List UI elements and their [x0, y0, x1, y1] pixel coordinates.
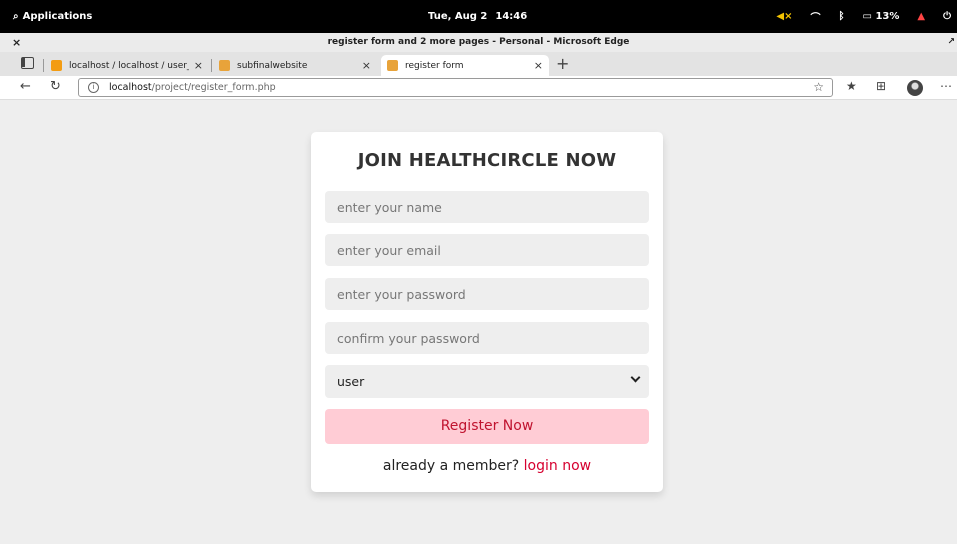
clock[interactable]: Tue, Aug 2 14:46 — [428, 11, 535, 22]
tab-phpmyadmin[interactable]: localhost / localhost / user_db / × — [51, 55, 209, 76]
add-favorite-icon[interactable]: ☆ — [813, 80, 824, 94]
tab-bar: localhost / localhost / user_db / × subf… — [0, 52, 957, 76]
tab-actions-icon[interactable] — [21, 57, 34, 69]
tab-separator — [211, 59, 212, 72]
notification-bell-icon[interactable]: ▲ — [917, 11, 925, 22]
user-type-value: user — [337, 374, 365, 389]
battery-indicator[interactable]: ▭ 13% — [863, 11, 900, 22]
confirm-password-input[interactable] — [325, 322, 649, 354]
close-tab-icon[interactable]: × — [534, 59, 543, 72]
search-icon: ⌕ — [13, 11, 19, 22]
applications-label: Applications — [22, 11, 93, 22]
time-text: 14:46 — [495, 11, 528, 22]
refresh-icon[interactable]: ↻ — [50, 79, 61, 94]
xampp-favicon-icon — [219, 60, 230, 71]
wifi-icon[interactable]: ⌒ — [811, 9, 821, 24]
xampp-favicon-icon — [387, 60, 398, 71]
register-button[interactable]: Register Now — [325, 409, 649, 444]
back-arrow-icon[interactable]: ← — [20, 79, 31, 94]
address-bar[interactable]: i localhost/project/register_form.php ☆ — [78, 78, 833, 97]
tab-register-form[interactable]: register form × — [381, 55, 549, 76]
new-tab-icon[interactable]: + — [556, 54, 569, 73]
pin-icon[interactable]: ↗ — [947, 37, 955, 47]
tab-subfinalwebsite[interactable]: subfinalwebsite × — [219, 55, 377, 76]
battery-percent: 13% — [875, 11, 900, 22]
volume-muted-icon[interactable]: ◀× — [776, 11, 792, 22]
login-prompt: already a member? login now — [311, 458, 663, 474]
profile-avatar[interactable] — [907, 80, 923, 96]
info-icon[interactable]: i — [88, 82, 99, 93]
battery-icon: ▭ — [862, 11, 872, 22]
tab-label: register form — [405, 60, 464, 71]
window-title: register form and 2 more pages - Persona… — [327, 37, 630, 47]
system-top-bar: ⌕ Applications Tue, Aug 2 14:46 ◀× ⌒ ᛒ ▭ … — [0, 0, 957, 33]
close-tab-icon[interactable]: × — [194, 59, 203, 72]
name-input[interactable] — [325, 191, 649, 223]
url-path: /project/register_form.php — [151, 82, 276, 93]
collections-icon[interactable]: ⊞ — [876, 79, 886, 93]
power-icon[interactable]: ⏻ — [943, 11, 951, 22]
navigation-bar: ← ↻ i localhost/project/register_form.ph… — [0, 76, 957, 100]
url-host: localhost — [109, 82, 152, 93]
email-input[interactable] — [325, 234, 649, 266]
password-input[interactable] — [325, 278, 649, 310]
applications-menu[interactable]: ⌕ Applications — [13, 11, 92, 22]
chevron-down-icon — [630, 372, 641, 383]
login-prompt-text: already a member? — [382, 458, 520, 474]
page-content: JOIN HEALTHCIRCLE NOW user Register Now … — [0, 101, 957, 544]
url-text: localhost/project/register_form.php — [109, 82, 276, 93]
tab-label: localhost / localhost / user_db / — [69, 60, 189, 71]
register-form: JOIN HEALTHCIRCLE NOW user Register Now … — [311, 132, 663, 492]
favorites-icon[interactable]: ★ — [846, 79, 857, 93]
close-tab-icon[interactable]: × — [362, 59, 371, 72]
phpmyadmin-favicon-icon — [51, 60, 62, 71]
form-title: JOIN HEALTHCIRCLE NOW — [357, 150, 617, 171]
login-link[interactable]: login now — [524, 458, 591, 474]
tab-label: subfinalwebsite — [237, 60, 308, 71]
system-tray: ◀× ⌒ ᛒ ▭ 13% ▲ ⏻ — [776, 9, 951, 24]
bluetooth-icon[interactable]: ᛒ — [839, 11, 845, 22]
tab-separator — [43, 59, 44, 72]
user-type-select[interactable]: user — [325, 365, 649, 398]
window-title-bar: × register form and 2 more pages - Perso… — [0, 33, 957, 52]
date-text: Tue, Aug 2 — [428, 11, 488, 22]
more-menu-icon[interactable]: ⋯ — [940, 79, 952, 93]
